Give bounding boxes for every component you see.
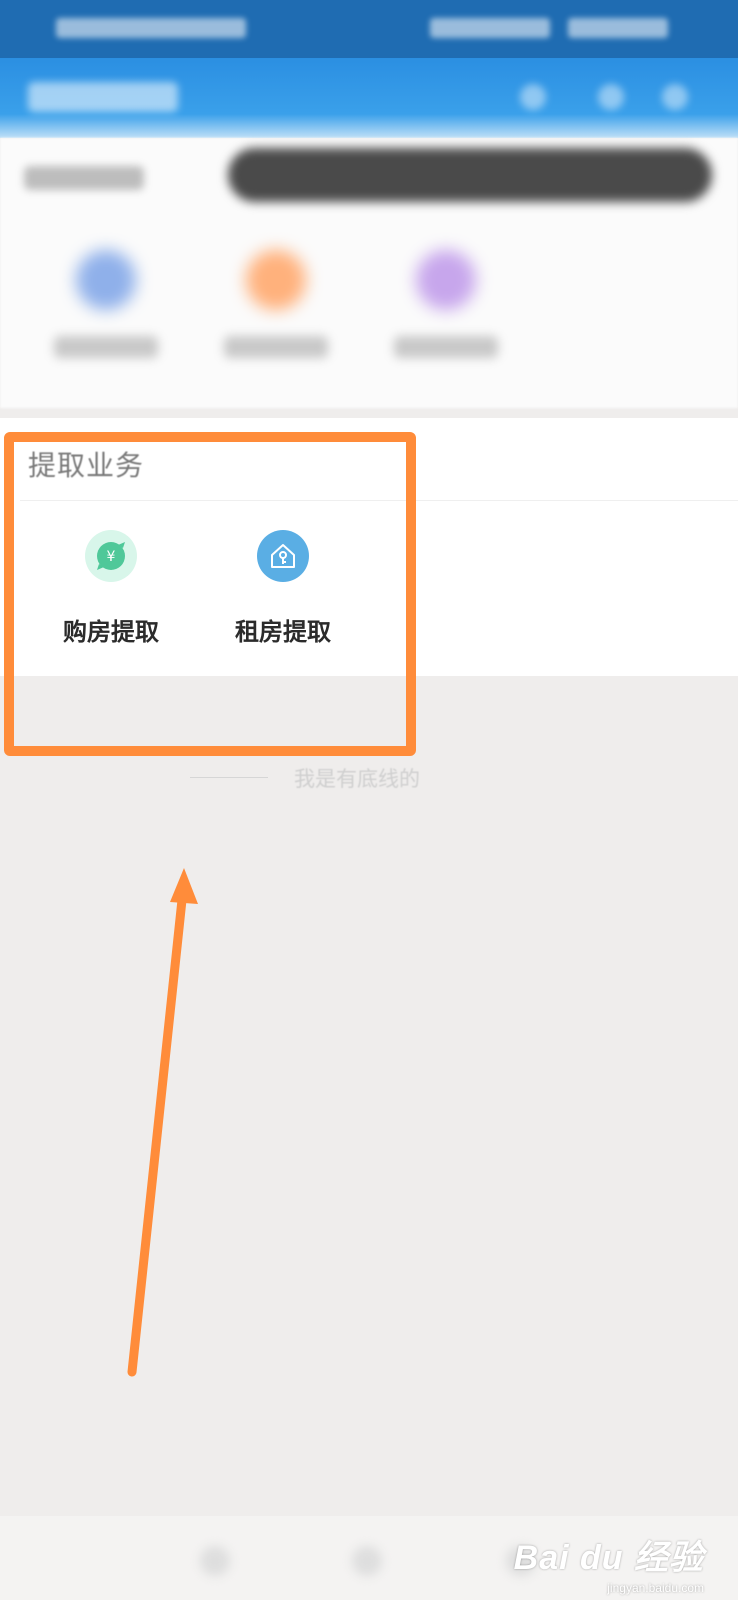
header-icon[interactable] [598,84,624,110]
header-icon[interactable] [662,84,688,110]
service-icon[interactable] [416,250,476,310]
footer-note: 我是有底线的 [294,767,420,791]
search-bar-blurred[interactable] [228,148,712,202]
service-icon[interactable] [76,250,136,310]
service-label-blurred [394,336,498,358]
top-services-panel [0,138,738,408]
nav-icon[interactable] [352,1546,382,1576]
status-bar [0,0,738,58]
nav-icon[interactable] [200,1546,230,1576]
service-label-blurred [54,336,158,358]
app-title-blurred [28,82,178,112]
baidu-watermark: Bai du 经验 jingyan.baidu.com [514,1530,704,1595]
service-icon[interactable] [246,250,306,310]
app-header [0,58,738,138]
footer-rule [190,777,268,778]
tab-blurred[interactable] [24,166,144,190]
header-icon[interactable] [520,84,546,110]
service-label-blurred [224,336,328,358]
watermark-url: jingyan.baidu.com [607,1581,704,1595]
highlight-box [4,432,416,756]
watermark-brand: Bai du 经验 [513,1539,704,1577]
